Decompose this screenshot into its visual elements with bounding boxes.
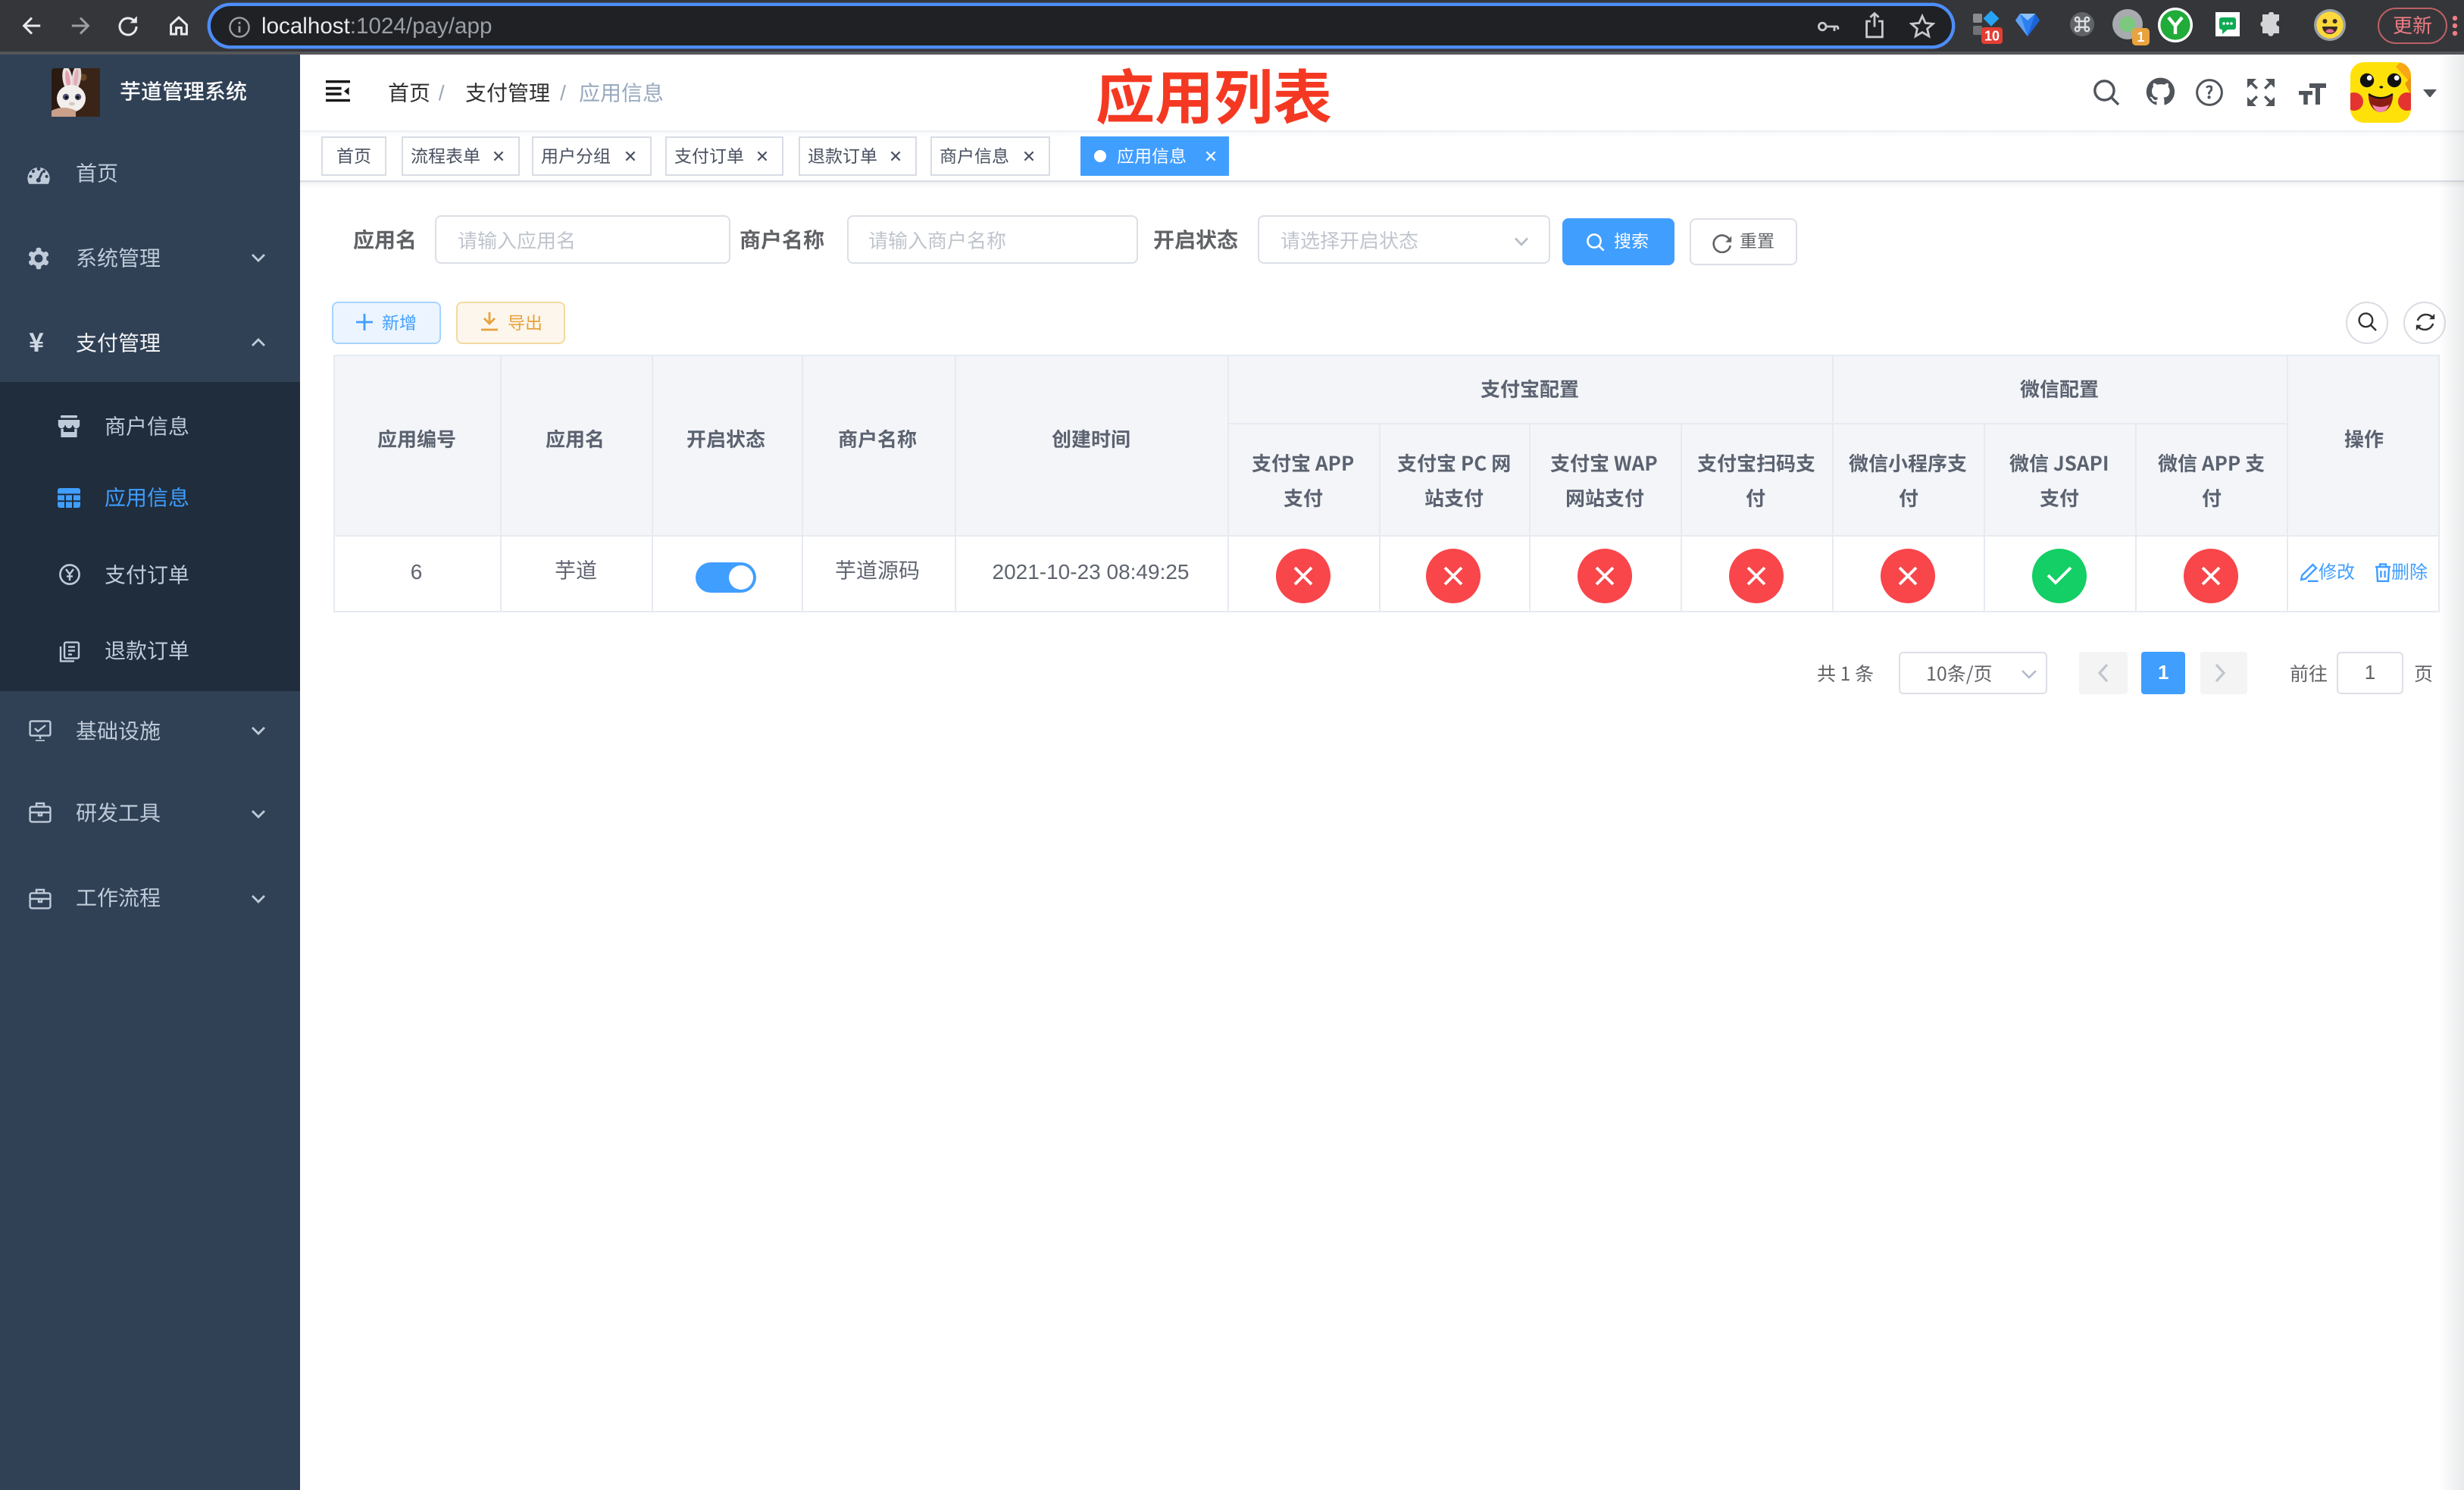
svg-text:1: 1: [2137, 30, 2144, 45]
svg-text:10: 10: [1984, 29, 2000, 44]
